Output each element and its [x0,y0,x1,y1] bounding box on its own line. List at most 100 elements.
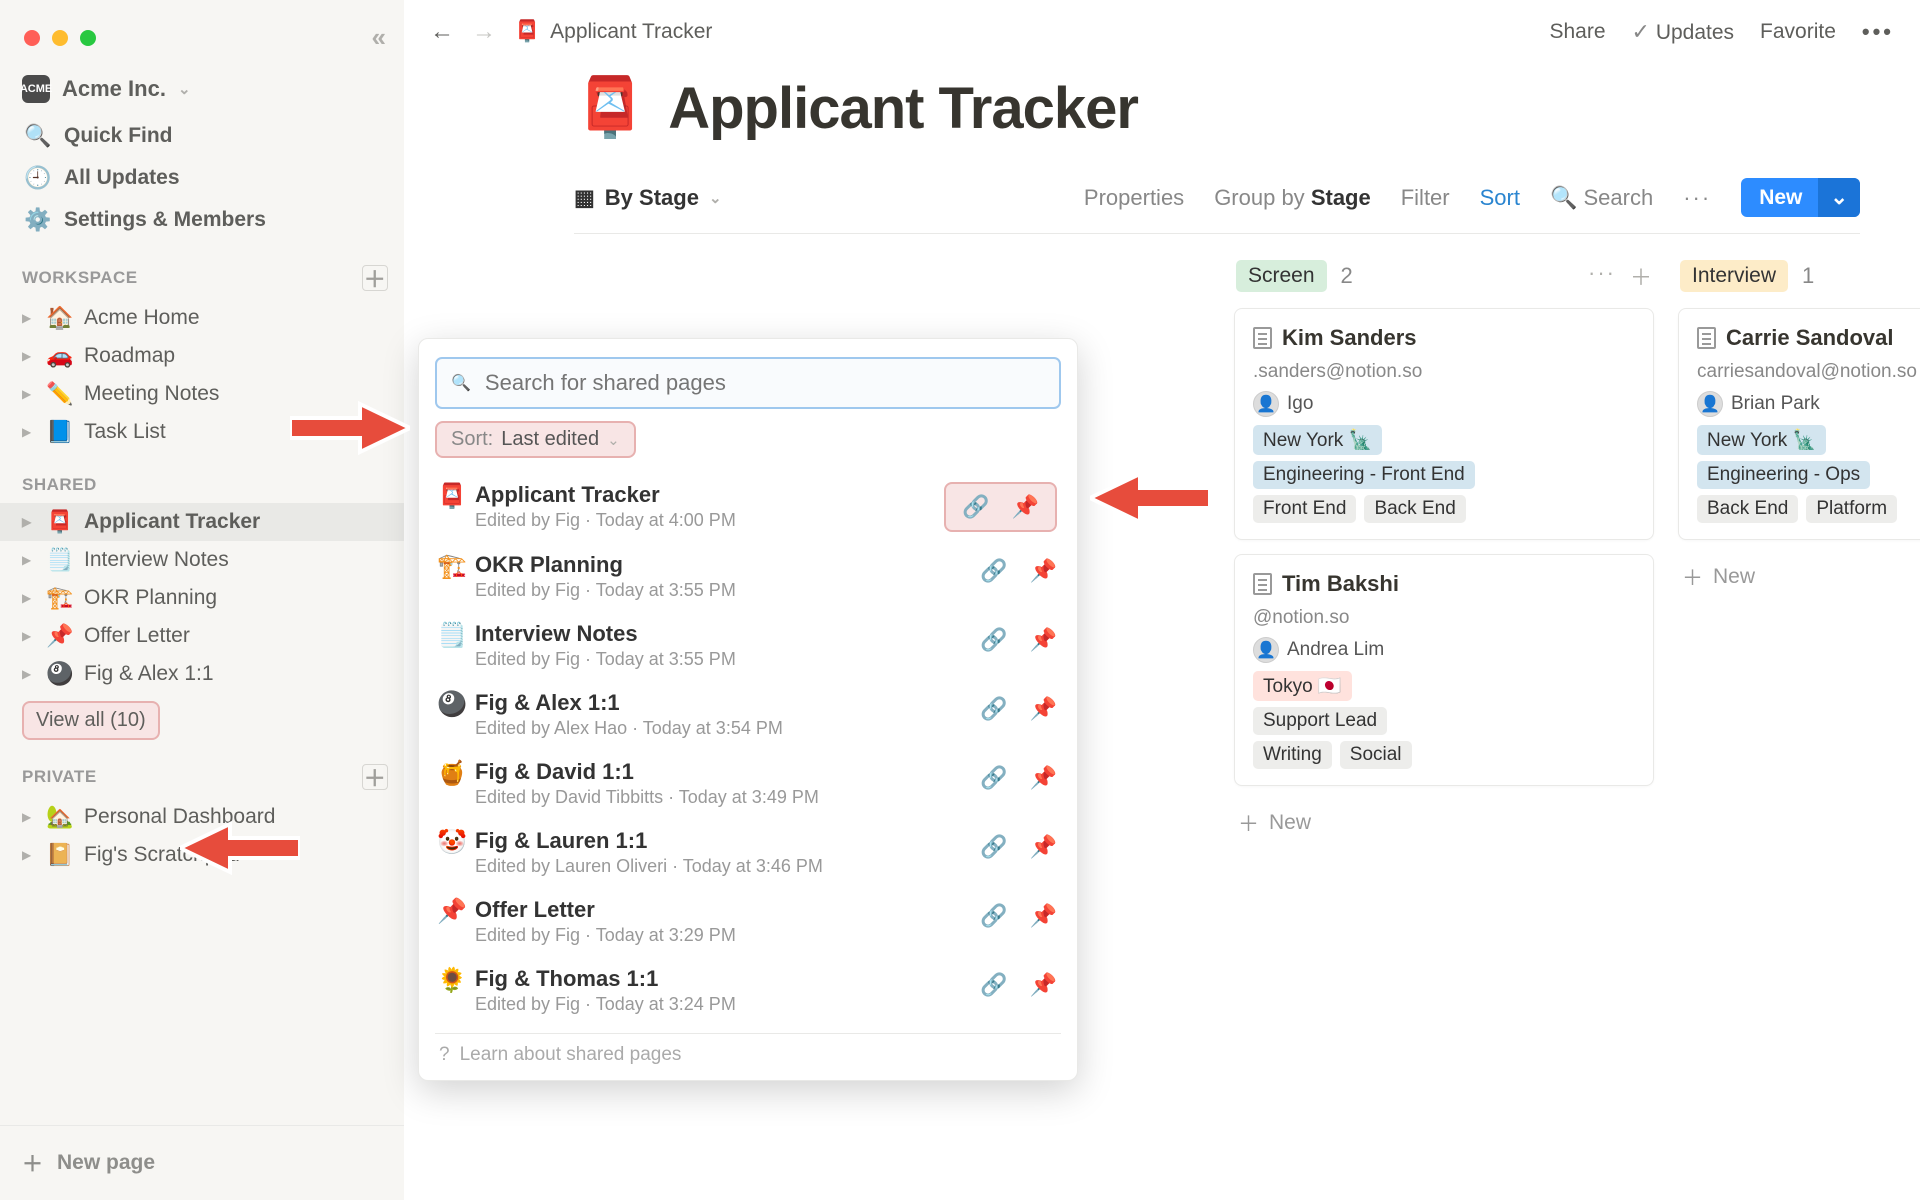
learn-link[interactable]: ? Learn about shared pages [435,1033,1061,1066]
pin-icon[interactable]: 📌 [1030,627,1057,653]
new-card-button[interactable]: ＋ New [1234,800,1654,846]
search-input-wrap[interactable]: 🔍 [435,357,1061,409]
column-count: 2 [1341,263,1353,289]
disclosure-icon[interactable]: ▶ [22,629,36,643]
breadcrumb-title: Applicant Tracker [550,20,712,44]
sidebar-item[interactable]: ▶ 📮 Applicant Tracker [0,503,404,541]
sidebar-item-label: Roadmap [84,344,175,368]
link-icon[interactable]: 🔗 [980,972,1007,998]
link-icon[interactable]: 🔗 [980,834,1007,860]
sort-selector[interactable]: Sort: Last edited ⌄ [435,421,636,458]
shared-page-item[interactable]: 🌻 Fig & Thomas 1:1 Edited by Fig · Today… [435,956,1061,1025]
board-card[interactable]: Kim Sanders .sanders@notion.so 👤Igo New … [1234,308,1654,540]
page-more-icon[interactable]: ••• [1862,19,1894,45]
help-icon: ? [439,1044,450,1066]
pin-icon[interactable]: 📌 [1030,765,1057,791]
collapse-sidebar-icon[interactable]: « [372,22,386,53]
link-icon[interactable]: 🔗 [980,765,1007,791]
new-card-button[interactable]: ＋ New [1678,554,1920,600]
card-email: .sanders@notion.so [1253,361,1635,383]
column-tag[interactable]: Screen [1236,260,1327,292]
avatar-icon: 👤 [1697,391,1723,417]
pin-icon[interactable]: 📌 [1030,972,1057,998]
view-all-shared[interactable]: View all (10) [22,701,160,740]
board-card[interactable]: Tim Bakshi @notion.so 👤Andrea Lim Tokyo … [1234,554,1654,786]
filter-button[interactable]: Filter [1401,185,1450,211]
disclosure-icon[interactable]: ▶ [22,425,36,439]
shared-page-item[interactable]: 🎱 Fig & Alex 1:1 Edited by Alex Hao · To… [435,680,1061,749]
sidebar-item[interactable]: ▶ 🏗️ OKR Planning [0,579,404,617]
close-dot[interactable] [24,30,40,46]
column-more-icon[interactable]: ··· [1588,260,1616,292]
column-tag[interactable]: Interview [1680,260,1788,292]
page-title[interactable]: Applicant Tracker [668,75,1138,142]
sidebar-item[interactable]: ▶ 🎱 Fig & Alex 1:1 [0,655,404,693]
disclosure-icon[interactable]: ▶ [22,591,36,605]
view-switcher[interactable]: ▦ By Stage ⌄ [574,185,722,211]
disclosure-icon[interactable]: ▶ [22,387,36,401]
pin-icon[interactable]: 📌 [1030,834,1057,860]
disclosure-icon[interactable]: ▶ [22,667,36,681]
disclosure-icon[interactable]: ▶ [22,349,36,363]
sidebar-item[interactable]: ▶ 🗒️ Interview Notes [0,541,404,579]
pin-icon[interactable]: 📌 [1012,494,1039,520]
new-page-label: New page [57,1151,155,1175]
db-more-icon[interactable]: ··· [1683,185,1711,211]
settings-members[interactable]: ⚙️ Settings & Members [0,199,404,241]
shared-page-item[interactable]: 🏗️ OKR Planning Edited by Fig · Today at… [435,542,1061,611]
shared-page-item[interactable]: 🍯 Fig & David 1:1 Edited by David Tibbit… [435,749,1061,818]
board-card[interactable]: Carrie Sandoval carriesandoval@notion.so… [1678,308,1920,540]
zoom-dot[interactable] [80,30,96,46]
shared-page-item[interactable]: 📌 Offer Letter Edited by Fig · Today at … [435,887,1061,956]
shared-page-item[interactable]: 📮 Applicant Tracker Edited by Fig · Toda… [435,472,1061,542]
nav-back-icon[interactable]: ← [430,18,454,46]
link-icon[interactable]: 🔗 [980,696,1007,722]
card-owner: 👤Andrea Lim [1253,637,1635,663]
quick-find[interactable]: 🔍 Quick Find [0,115,404,157]
disclosure-icon[interactable]: ▶ [22,553,36,567]
add-workspace-page-button[interactable]: ＋ [362,265,388,291]
favorite-button[interactable]: Favorite [1760,20,1836,44]
disclosure-icon[interactable]: ▶ [22,810,36,824]
add-private-page-button[interactable]: ＋ [362,764,388,790]
groupby-button[interactable]: Group by Stage [1214,185,1371,211]
link-icon[interactable]: 🔗 [962,494,989,520]
minimize-dot[interactable] [52,30,68,46]
nav-forward-icon[interactable]: → [472,18,496,46]
sort-button[interactable]: Sort [1480,185,1520,211]
search-button[interactable]: 🔍 Search [1550,185,1653,211]
link-icon[interactable]: 🔗 [980,558,1007,584]
pin-icon[interactable]: 📌 [1030,903,1057,929]
share-button[interactable]: Share [1549,20,1605,44]
topbar: ← → 📮 Applicant Tracker Share ✓ Updates … [404,0,1920,64]
updates-button[interactable]: ✓ Updates [1632,19,1735,45]
column-add-icon[interactable]: ＋ [1630,260,1652,292]
breadcrumb[interactable]: 📮 Applicant Tracker [514,20,712,44]
sidebar-item[interactable]: ▶ 🚗 Roadmap [0,337,404,375]
sidebar-item[interactable]: ▶ 🏠 Acme Home [0,299,404,337]
location-tag: New York 🗽 [1253,425,1382,455]
new-dropdown-icon[interactable]: ⌄ [1818,178,1860,217]
disclosure-icon[interactable]: ▶ [22,848,36,862]
shared-page-item[interactable]: 🤡 Fig & Lauren 1:1 Edited by Lauren Oliv… [435,818,1061,887]
new-record-button[interactable]: New ⌄ [1741,178,1860,217]
new-page-button[interactable]: ＋ New page [0,1125,404,1200]
shared-page-title: Fig & Thomas 1:1 [475,966,980,992]
link-icon[interactable]: 🔗 [980,903,1007,929]
page-emoji-icon: 🗒️ [46,547,74,573]
pin-icon[interactable]: 📌 [1030,558,1057,584]
shared-page-item[interactable]: 🗒️ Interview Notes Edited by Fig · Today… [435,611,1061,680]
workspace-name: Acme Inc. [62,76,166,102]
shared-page-title: OKR Planning [475,552,980,578]
page-icon[interactable]: 📮 [574,74,646,142]
workspace-switcher[interactable]: ACME Acme Inc. ⌄ [0,53,404,115]
disclosure-icon[interactable]: ▶ [22,311,36,325]
location-tag: Tokyo 🇯🇵 [1253,671,1352,701]
properties-button[interactable]: Properties [1084,185,1184,211]
sidebar-item[interactable]: ▶ 📌 Offer Letter [0,617,404,655]
search-input[interactable] [483,369,1045,397]
all-updates[interactable]: 🕘 All Updates [0,157,404,199]
disclosure-icon[interactable]: ▶ [22,515,36,529]
pin-icon[interactable]: 📌 [1030,696,1057,722]
link-icon[interactable]: 🔗 [980,627,1007,653]
